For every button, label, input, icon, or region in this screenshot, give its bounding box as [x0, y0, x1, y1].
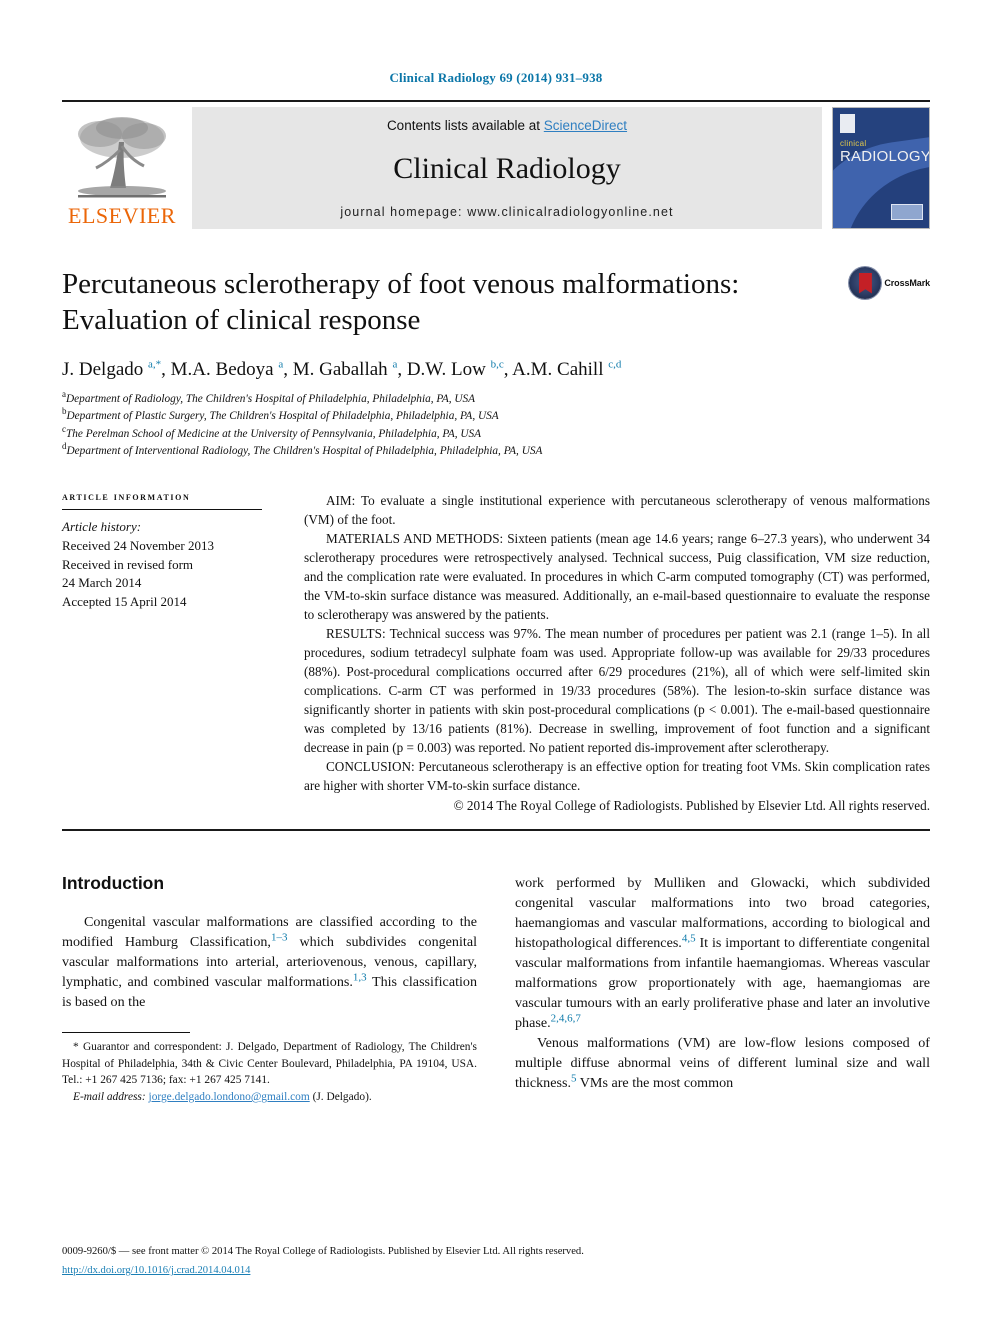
article-information-heading: ARTICLE INFORMATION	[62, 490, 191, 503]
correspondence-footnote: * Guarantor and correspondent: J. Delgad…	[62, 1031, 477, 1106]
crossmark-badge[interactable]: CrossMark	[849, 267, 930, 299]
cover-title-block: clinical RADIOLOGY	[840, 139, 930, 165]
footnote-email-suffix: (J. Delgado).	[309, 1090, 372, 1103]
article-information-rule	[62, 508, 262, 510]
article-history-line-1: Received 24 November 2013	[62, 537, 214, 553]
abstract-results-body: Technical success was 97%. The mean numb…	[304, 625, 930, 755]
abstract-methods: MATERIALS AND METHODS: Sixteen patients …	[304, 529, 930, 624]
affiliation-text-c: The Perelman School of Medicine at the U…	[66, 427, 482, 440]
affiliation-a: aDepartment of Radiology, The Children's…	[62, 390, 930, 409]
article-history-line-3: 24 March 2014	[62, 575, 142, 591]
affiliation-b: bDepartment of Plastic Surgery, The Chil…	[62, 407, 930, 426]
article-information-panel: ARTICLE INFORMATION Article history: Rec…	[62, 491, 304, 815]
crossmark-bookmark-shape	[858, 272, 872, 294]
masthead-center-band: Contents lists available at ScienceDirec…	[192, 107, 822, 229]
body-columns: Introduction Congenital vascular malform…	[62, 873, 930, 1106]
elsevier-wordmark: ELSEVIER	[68, 203, 176, 228]
journal-title: Clinical Radiology	[393, 152, 621, 185]
title-block: Percutaneous sclerotherapy of foot venou…	[62, 267, 930, 339]
journal-homepage-line[interactable]: journal homepage: www.clinicalradiologyo…	[340, 205, 673, 219]
abstract-bottom-rule	[62, 828, 930, 831]
running-head: Clinical Radiology 69 (2014) 931–938	[389, 70, 603, 85]
elsevier-logo: ELSEVIER	[62, 107, 182, 229]
affiliation-text-d: Department of Interventional Radiology, …	[66, 445, 543, 458]
cover-clinical-text: clinical	[840, 139, 867, 148]
author-list: J. Delgado a,*, M.A. Bedoya a, M. Gaball…	[62, 358, 622, 380]
abstract-text: AIM: To evaluate a single institutional …	[304, 491, 930, 815]
affiliation-c: cThe Perelman School of Medicine at the …	[62, 425, 930, 444]
affiliation-list: aDepartment of Radiology, The Children's…	[62, 390, 930, 461]
abstract-conclusion: CONCLUSION: Percutaneous sclerotherapy i…	[304, 757, 930, 795]
abstract-results: RESULTS: Technical success was 97%. The …	[304, 624, 930, 757]
abstract-aim: AIM: To evaluate a single institutional …	[304, 491, 930, 529]
abstract-results-label: RESULTS:	[326, 625, 386, 641]
crossmark-label: CrossMark	[884, 278, 930, 288]
article-history-label: Article history:	[62, 518, 142, 534]
contents-prefix: Contents lists available at	[386, 118, 544, 133]
footnote-email-label: E-mail address:	[73, 1090, 146, 1103]
cover-radiology-text: RADIOLOGY	[840, 148, 930, 165]
cover-elsevier-mark-icon	[840, 114, 855, 133]
elsevier-tree-icon	[70, 112, 174, 204]
abstract-aim-body: To evaluate a single institutional exper…	[304, 492, 930, 527]
front-matter-line: 0009-9260/$ — see front matter © 2014 Th…	[62, 1246, 584, 1258]
abstract-conclusion-label: CONCLUSION:	[326, 758, 415, 774]
introduction-paragraph-right-1: work performed by Mulliken and Glowacki,…	[515, 874, 930, 1031]
doi-link[interactable]: http://dx.doi.org/10.1016/j.crad.2014.04…	[62, 1265, 250, 1276]
abstract-methods-label: MATERIALS AND METHODS:	[326, 530, 504, 546]
crossmark-icon	[849, 267, 882, 299]
abstract-copyright: © 2014 The Royal College of Radiologists…	[453, 797, 930, 813]
footnote-email-link[interactable]: jorge.delgado.londono@gmail.com	[149, 1091, 310, 1103]
cover-bottom-badge-icon	[891, 204, 923, 220]
affiliation-text-a: Department of Radiology, The Children's …	[66, 392, 476, 405]
article-page: Clinical Radiology 69 (2014) 931–938 ELS…	[0, 0, 992, 1323]
introduction-paragraph-right-2: Venous malformations (VM) are low-flow l…	[515, 1034, 930, 1091]
journal-masthead: ELSEVIER Contents lists available at Sci…	[62, 100, 930, 229]
article-history-line-2: Received in revised form	[62, 556, 194, 572]
abstract-block: ARTICLE INFORMATION Article history: Rec…	[62, 491, 930, 815]
footnote-rule	[62, 1031, 190, 1033]
contents-available-line: Contents lists available at ScienceDirec…	[387, 118, 627, 133]
page-title: Percutaneous sclerotherapy of foot venou…	[62, 268, 740, 336]
section-heading-introduction: Introduction	[62, 872, 165, 893]
introduction-paragraph-left: Congenital vascular malformations are cl…	[62, 913, 477, 1010]
affiliation-text-b: Department of Plastic Surgery, The Child…	[66, 410, 499, 423]
right-column: work performed by Mulliken and Glowacki,…	[515, 873, 930, 1106]
article-history-line-4: Accepted 15 April 2014	[62, 594, 187, 610]
affiliation-d: dDepartment of Interventional Radiology,…	[62, 442, 930, 461]
page-footer: 0009-9260/$ — see front matter © 2014 Th…	[62, 1244, 930, 1279]
left-column: Introduction Congenital vascular malform…	[62, 873, 477, 1106]
journal-cover-thumbnail: clinical RADIOLOGY	[832, 107, 930, 229]
sciencedirect-link[interactable]: ScienceDirect	[544, 118, 627, 133]
footnote-correspondence: * Guarantor and correspondent: J. Delgad…	[62, 1040, 477, 1087]
abstract-aim-label: AIM:	[326, 492, 356, 508]
footnote-email-line: E-mail address: jorge.delgado.londono@gm…	[62, 1089, 477, 1106]
